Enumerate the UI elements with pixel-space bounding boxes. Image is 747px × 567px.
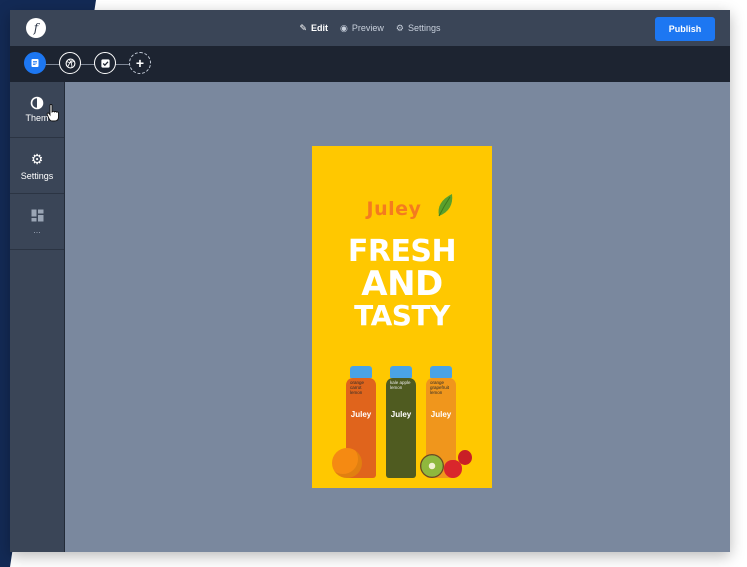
- strawberry-fruit: [458, 450, 472, 465]
- bottle-body: [386, 378, 416, 478]
- top-bar: f ✎ Edit ◉ Preview ⚙ Settings Publish: [10, 10, 730, 46]
- contrast-icon: [30, 96, 44, 110]
- sidebar-item-label: ...: [33, 224, 41, 235]
- sidebar-item-label: Settings: [20, 170, 54, 181]
- kiwi-fruit: [420, 454, 444, 478]
- poster-headline: FRESH AND TASTY: [312, 236, 492, 332]
- settings-mode-button[interactable]: ⚙ Settings: [396, 23, 441, 34]
- bottle-flavor: orange grapefruit lemon: [430, 380, 450, 395]
- sidebar-item-layout[interactable]: ...: [10, 194, 64, 250]
- headline-line: AND: [361, 264, 443, 304]
- plus-icon: +: [135, 55, 145, 71]
- dribbble-icon: [65, 58, 75, 68]
- brand-name: Juley: [366, 198, 422, 220]
- dribbble-button[interactable]: [59, 52, 81, 74]
- editor-window: f ✎ Edit ◉ Preview ⚙ Settings Publish + …: [10, 10, 730, 552]
- image-check-button[interactable]: [94, 52, 116, 74]
- settings-mode-label: Settings: [407, 23, 441, 33]
- page-button[interactable]: [24, 52, 46, 74]
- bottle-cap: [350, 366, 372, 378]
- story-poster[interactable]: Juley FRESH AND TASTY orange carrot lemo…: [312, 146, 492, 488]
- publish-button[interactable]: Publish: [655, 17, 715, 41]
- bottle-cap: [390, 366, 412, 378]
- bottle-logo: Juley: [350, 410, 372, 419]
- bottle-logo: Juley: [390, 410, 412, 419]
- brand-logo: Juley: [312, 194, 492, 226]
- gear-icon: ⚙: [30, 150, 44, 167]
- image-check-icon: [100, 58, 110, 68]
- bottle-flavor: kale apple lemon: [390, 380, 411, 390]
- add-page-button[interactable]: +: [129, 52, 151, 74]
- bottle-logo: Juley: [430, 410, 452, 419]
- orange-fruit: [332, 448, 362, 478]
- left-sidebar: Them ⚙ Settings ...: [10, 82, 65, 552]
- pencil-icon: ✎: [299, 22, 308, 33]
- headline-line: TASTY: [354, 299, 450, 332]
- mode-switcher: ✎ Edit ◉ Preview ⚙ Settings: [10, 10, 730, 46]
- page-toolbar: +: [10, 46, 730, 82]
- bottle-flavor: orange carrot lemon: [350, 380, 365, 395]
- juice-bottle: kale apple lemon Juley: [386, 366, 416, 478]
- edit-mode-label: Edit: [311, 23, 329, 33]
- bottle-cap: [430, 366, 452, 378]
- hand-cursor-icon: [46, 104, 59, 122]
- edit-mode-button[interactable]: ✎ Edit: [299, 23, 328, 34]
- preview-mode-button[interactable]: ◉ Preview: [340, 23, 384, 34]
- leaf-icon: [438, 194, 453, 217]
- eye-icon: ◉: [340, 22, 348, 33]
- layout-icon: [31, 209, 43, 221]
- sidebar-item-settings[interactable]: ⚙ Settings: [10, 138, 64, 194]
- document-icon: [31, 59, 39, 67]
- gear-icon: ⚙: [395, 22, 404, 33]
- preview-mode-label: Preview: [351, 23, 384, 33]
- product-photo: orange carrot lemon Juley kale apple lem…: [332, 354, 482, 486]
- app-logo[interactable]: f: [26, 18, 46, 38]
- toolbar-connector-line: [36, 64, 142, 65]
